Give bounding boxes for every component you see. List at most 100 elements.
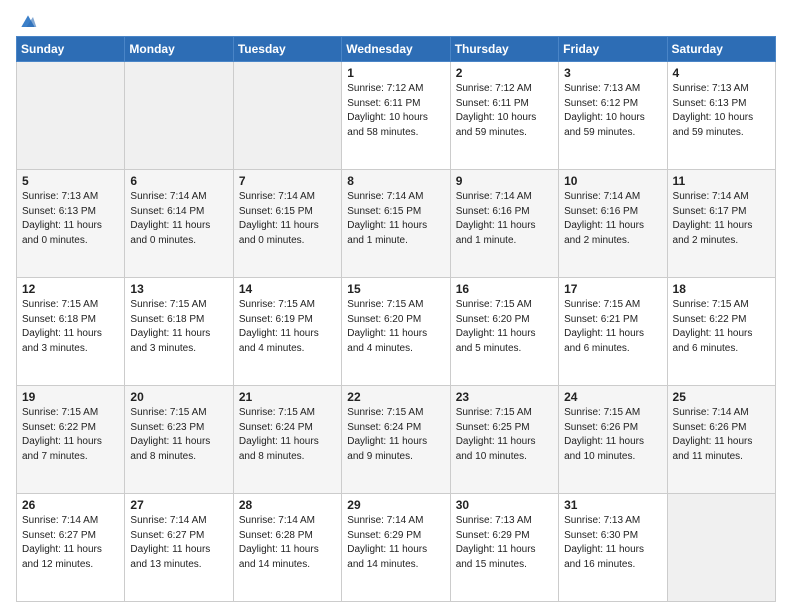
day-info: Sunrise: 7:14 AM Sunset: 6:26 PM Dayligh… bbox=[673, 406, 770, 464]
weekday-header-wednesday: Wednesday bbox=[342, 37, 450, 62]
day-info: Sunrise: 7:15 AM Sunset: 6:19 PM Dayligh… bbox=[239, 298, 336, 356]
calendar-week-row: 1 Sunrise: 7:12 AM Sunset: 6:11 PM Daylig… bbox=[17, 62, 776, 170]
calendar-cell: 3 Sunrise: 7:13 AM Sunset: 6:12 PM Daylig… bbox=[559, 62, 667, 170]
day-number: 7 bbox=[239, 174, 336, 188]
calendar-cell: 6 Sunrise: 7:14 AM Sunset: 6:14 PM Daylig… bbox=[125, 170, 233, 278]
day-number: 10 bbox=[564, 174, 661, 188]
calendar-cell: 7 Sunrise: 7:14 AM Sunset: 6:15 PM Daylig… bbox=[233, 170, 341, 278]
day-info: Sunrise: 7:13 AM Sunset: 6:30 PM Dayligh… bbox=[564, 514, 661, 572]
calendar-cell: 16Sunrise: 7:15 AM Sunset: 6:20 PM Dayli… bbox=[450, 278, 558, 386]
calendar-cell: 17 Sunrise: 7:15 AM Sunset: 6:21 PM Dayli… bbox=[559, 278, 667, 386]
calendar-cell: 30Sunrise: 7:13 AM Sunset: 6:29 PM Dayli… bbox=[450, 494, 558, 602]
day-info: Sunrise: 7:14 AM Sunset: 6:17 PM Dayligh… bbox=[673, 190, 770, 248]
weekday-header-sunday: Sunday bbox=[17, 37, 125, 62]
weekday-header-tuesday: Tuesday bbox=[233, 37, 341, 62]
day-info: Sunrise: 7:15 AM Sunset: 6:26 PM Dayligh… bbox=[564, 406, 661, 464]
day-info: Sunrise: 7:15 AM Sunset: 6:24 PM Dayligh… bbox=[239, 406, 336, 464]
calendar-cell: 31 Sunrise: 7:13 AM Sunset: 6:30 PM Dayli… bbox=[559, 494, 667, 602]
calendar-cell: 9 Sunrise: 7:14 AM Sunset: 6:16 PM Daylig… bbox=[450, 170, 558, 278]
day-number: 31 bbox=[564, 498, 661, 512]
calendar-week-row: 12 Sunrise: 7:15 AM Sunset: 6:18 PM Dayli… bbox=[17, 278, 776, 386]
calendar-week-row: 19 Sunrise: 7:15 AM Sunset: 6:22 PM Dayli… bbox=[17, 386, 776, 494]
day-info: Sunrise: 7:15 AM Sunset: 6:21 PM Dayligh… bbox=[564, 298, 661, 356]
calendar-cell: 1Sunrise: 7:12 AM Sunset: 6:11 PM Daylig… bbox=[342, 62, 450, 170]
calendar-week-row: 5 Sunrise: 7:13 AM Sunset: 6:13 PM Daylig… bbox=[17, 170, 776, 278]
calendar-cell: 24 Sunrise: 7:15 AM Sunset: 6:26 PM Dayli… bbox=[559, 386, 667, 494]
day-number: 23 bbox=[456, 390, 553, 404]
day-number: 9 bbox=[456, 174, 553, 188]
day-number: 25 bbox=[673, 390, 770, 404]
day-number: 4 bbox=[673, 66, 770, 80]
day-info: Sunrise: 7:14 AM Sunset: 6:28 PM Dayligh… bbox=[239, 514, 336, 572]
day-info: Sunrise: 7:14 AM Sunset: 6:15 PM Dayligh… bbox=[347, 190, 444, 248]
header bbox=[16, 12, 776, 28]
day-info: Sunrise: 7:14 AM Sunset: 6:29 PM Dayligh… bbox=[347, 514, 444, 572]
day-number: 3 bbox=[564, 66, 661, 80]
calendar-cell: 18Sunrise: 7:15 AM Sunset: 6:22 PM Dayli… bbox=[667, 278, 775, 386]
calendar-cell: 10 Sunrise: 7:14 AM Sunset: 6:16 PM Dayli… bbox=[559, 170, 667, 278]
calendar-cell: 26 Sunrise: 7:14 AM Sunset: 6:27 PM Dayli… bbox=[17, 494, 125, 602]
day-info: Sunrise: 7:15 AM Sunset: 6:18 PM Dayligh… bbox=[22, 298, 119, 356]
day-number: 17 bbox=[564, 282, 661, 296]
calendar-cell: 8 Sunrise: 7:14 AM Sunset: 6:15 PM Daylig… bbox=[342, 170, 450, 278]
calendar-cell: 19 Sunrise: 7:15 AM Sunset: 6:22 PM Dayli… bbox=[17, 386, 125, 494]
day-number: 27 bbox=[130, 498, 227, 512]
weekday-header-row: SundayMondayTuesdayWednesdayThursdayFrid… bbox=[17, 37, 776, 62]
day-number: 28 bbox=[239, 498, 336, 512]
calendar-cell: 13 Sunrise: 7:15 AM Sunset: 6:18 PM Dayli… bbox=[125, 278, 233, 386]
calendar-week-row: 26 Sunrise: 7:14 AM Sunset: 6:27 PM Dayli… bbox=[17, 494, 776, 602]
day-number: 1 bbox=[347, 66, 444, 80]
calendar-table: SundayMondayTuesdayWednesdayThursdayFrid… bbox=[16, 36, 776, 602]
day-number: 2 bbox=[456, 66, 553, 80]
day-number: 20 bbox=[130, 390, 227, 404]
day-info: Sunrise: 7:15 AM Sunset: 6:20 PM Dayligh… bbox=[347, 298, 444, 356]
day-number: 24 bbox=[564, 390, 661, 404]
day-number: 13 bbox=[130, 282, 227, 296]
day-info: Sunrise: 7:14 AM Sunset: 6:16 PM Dayligh… bbox=[456, 190, 553, 248]
day-number: 6 bbox=[130, 174, 227, 188]
calendar-cell: 23 Sunrise: 7:15 AM Sunset: 6:25 PM Dayli… bbox=[450, 386, 558, 494]
calendar-cell: 22 Sunrise: 7:15 AM Sunset: 6:24 PM Dayli… bbox=[342, 386, 450, 494]
day-info: Sunrise: 7:13 AM Sunset: 6:13 PM Dayligh… bbox=[673, 82, 770, 140]
day-number: 8 bbox=[347, 174, 444, 188]
page: SundayMondayTuesdayWednesdayThursdayFrid… bbox=[0, 0, 792, 612]
day-info: Sunrise: 7:14 AM Sunset: 6:27 PM Dayligh… bbox=[22, 514, 119, 572]
logo bbox=[16, 12, 38, 28]
day-number: 21 bbox=[239, 390, 336, 404]
day-info: Sunrise: 7:13 AM Sunset: 6:12 PM Dayligh… bbox=[564, 82, 661, 140]
calendar-cell bbox=[125, 62, 233, 170]
calendar-cell: 12 Sunrise: 7:15 AM Sunset: 6:18 PM Dayli… bbox=[17, 278, 125, 386]
calendar-cell bbox=[233, 62, 341, 170]
day-info: Sunrise: 7:15 AM Sunset: 6:22 PM Dayligh… bbox=[22, 406, 119, 464]
day-info: Sunrise: 7:15 AM Sunset: 6:25 PM Dayligh… bbox=[456, 406, 553, 464]
weekday-header-monday: Monday bbox=[125, 37, 233, 62]
day-info: Sunrise: 7:15 AM Sunset: 6:24 PM Dayligh… bbox=[347, 406, 444, 464]
day-info: Sunrise: 7:14 AM Sunset: 6:15 PM Dayligh… bbox=[239, 190, 336, 248]
day-info: Sunrise: 7:14 AM Sunset: 6:16 PM Dayligh… bbox=[564, 190, 661, 248]
day-info: Sunrise: 7:15 AM Sunset: 6:22 PM Dayligh… bbox=[673, 298, 770, 356]
day-number: 19 bbox=[22, 390, 119, 404]
calendar-cell: 14 Sunrise: 7:15 AM Sunset: 6:19 PM Dayli… bbox=[233, 278, 341, 386]
day-number: 22 bbox=[347, 390, 444, 404]
logo-icon bbox=[18, 12, 38, 32]
weekday-header-saturday: Saturday bbox=[667, 37, 775, 62]
calendar-cell: 25 Sunrise: 7:14 AM Sunset: 6:26 PM Dayli… bbox=[667, 386, 775, 494]
calendar-cell: 11 Sunrise: 7:14 AM Sunset: 6:17 PM Dayli… bbox=[667, 170, 775, 278]
day-info: Sunrise: 7:15 AM Sunset: 6:20 PM Dayligh… bbox=[456, 298, 553, 356]
day-info: Sunrise: 7:12 AM Sunset: 6:11 PM Dayligh… bbox=[456, 82, 553, 140]
day-number: 14 bbox=[239, 282, 336, 296]
calendar-cell: 5 Sunrise: 7:13 AM Sunset: 6:13 PM Daylig… bbox=[17, 170, 125, 278]
calendar-cell: 21 Sunrise: 7:15 AM Sunset: 6:24 PM Dayli… bbox=[233, 386, 341, 494]
day-info: Sunrise: 7:14 AM Sunset: 6:14 PM Dayligh… bbox=[130, 190, 227, 248]
weekday-header-thursday: Thursday bbox=[450, 37, 558, 62]
day-number: 12 bbox=[22, 282, 119, 296]
day-number: 11 bbox=[673, 174, 770, 188]
calendar-cell: 29Sunrise: 7:14 AM Sunset: 6:29 PM Dayli… bbox=[342, 494, 450, 602]
calendar-cell bbox=[17, 62, 125, 170]
day-info: Sunrise: 7:15 AM Sunset: 6:18 PM Dayligh… bbox=[130, 298, 227, 356]
day-number: 5 bbox=[22, 174, 119, 188]
day-info: Sunrise: 7:13 AM Sunset: 6:13 PM Dayligh… bbox=[22, 190, 119, 248]
calendar-cell: 27Sunrise: 7:14 AM Sunset: 6:27 PM Dayli… bbox=[125, 494, 233, 602]
day-number: 26 bbox=[22, 498, 119, 512]
calendar-cell: 15Sunrise: 7:15 AM Sunset: 6:20 PM Dayli… bbox=[342, 278, 450, 386]
